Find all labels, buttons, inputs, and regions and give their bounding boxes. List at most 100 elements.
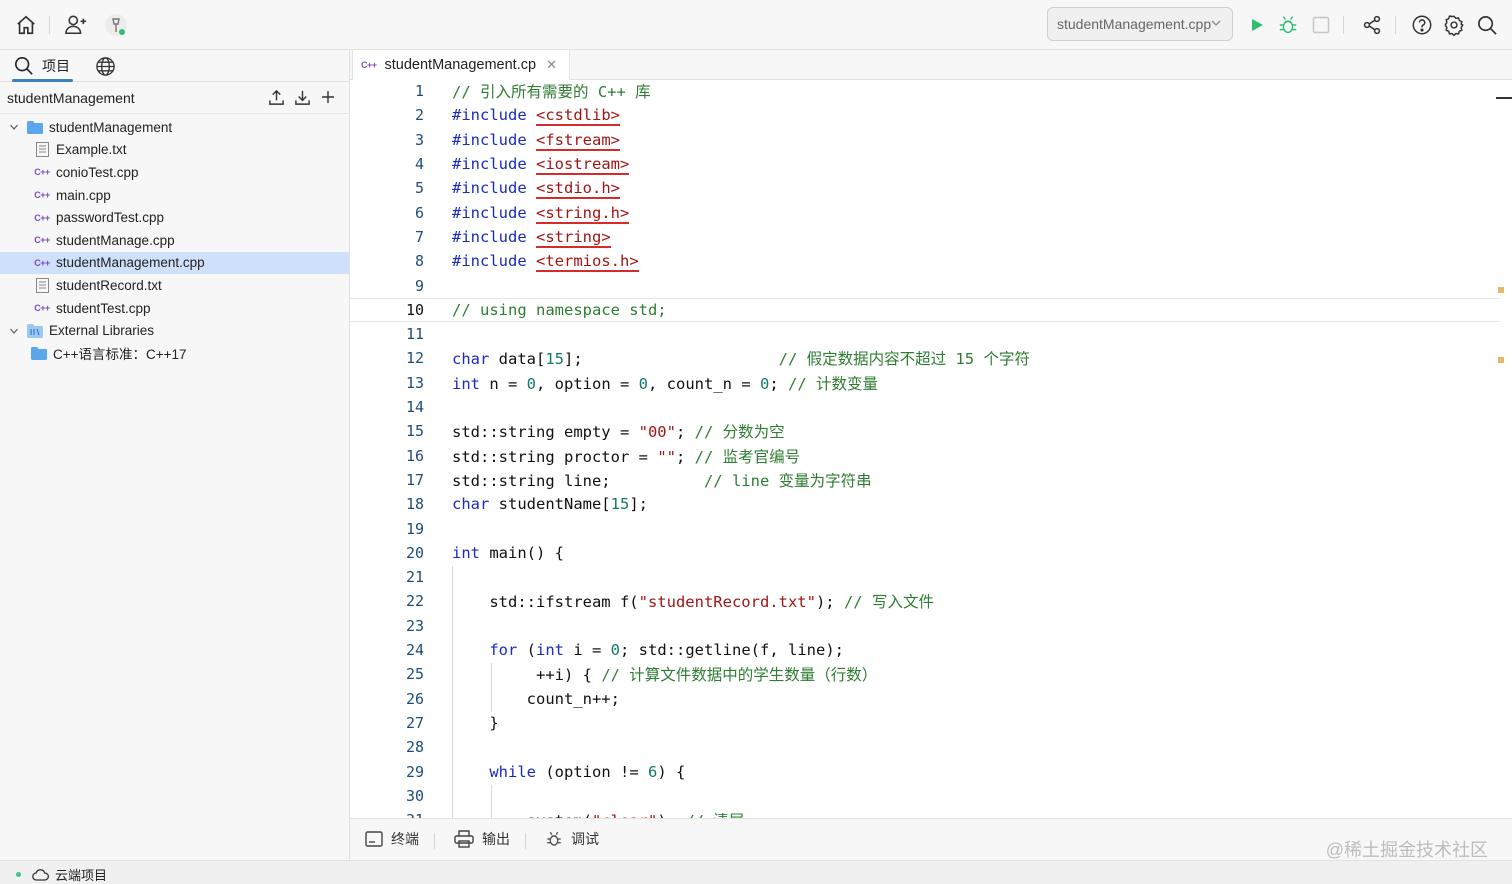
code-text: // using namespace std; xyxy=(452,300,667,319)
top-toolbar: studentManagement.cpp xyxy=(0,0,1512,50)
help-icon[interactable] xyxy=(1407,10,1437,40)
code-line[interactable]: 30 xyxy=(350,784,1500,808)
ai-assistant-icon[interactable] xyxy=(101,10,131,40)
folder-icon xyxy=(31,346,47,360)
line-number: 21 xyxy=(405,568,424,587)
tab-project[interactable]: 项目 xyxy=(12,50,73,82)
debug-icon[interactable] xyxy=(1273,10,1303,40)
line-number: 20 xyxy=(405,543,424,562)
project-header: studentManagement xyxy=(0,82,349,114)
code-line[interactable]: 16 std::string proctor = ""; // 监考官编号 xyxy=(350,444,1500,468)
code-line[interactable]: 29 while (option != 6) { xyxy=(350,759,1500,783)
code-line[interactable]: 7 #include <string> xyxy=(350,225,1500,249)
code-line[interactable]: 8 #include <termios.h> xyxy=(350,249,1500,273)
code-line[interactable]: 15 std::string empty = "00"; // 分数为空 xyxy=(350,419,1500,443)
project-sidebar: 项目 studentManagement studentManagement E… xyxy=(0,50,350,860)
tree-file-studentmanage-cpp[interactable]: C++ studentManage.cpp xyxy=(0,229,349,252)
cpp-file-icon: C++ xyxy=(34,167,50,178)
code-line[interactable]: 23 xyxy=(350,614,1500,638)
code-text: char studentName[15]; xyxy=(452,495,648,514)
share-icon[interactable] xyxy=(1357,10,1387,40)
output-button[interactable]: 输出 xyxy=(454,829,510,849)
tree-folder-external-libraries[interactable]: External Libraries xyxy=(0,319,349,342)
code-line[interactable]: 31 system("clear"); // 清屏 xyxy=(350,808,1500,818)
tree-file-studenttest-cpp[interactable]: C++ studentTest.cpp xyxy=(0,297,349,320)
code-editor[interactable]: 1 // 引入所有需要的 C++ 库 2 #include <cstdlib> 3 #in… xyxy=(350,80,1512,818)
code-line[interactable]: 19 xyxy=(350,516,1500,540)
code-line[interactable]: 14 xyxy=(350,395,1500,419)
code-line[interactable]: 11 xyxy=(350,322,1500,346)
code-line[interactable]: 2 #include <cstdlib> xyxy=(350,103,1500,127)
tree-file-passwordtest-cpp[interactable]: C++ passwordTest.cpp xyxy=(0,206,349,229)
stop-icon[interactable] xyxy=(1306,10,1336,40)
cpp-file-icon: C++ xyxy=(34,212,50,223)
panel-divider xyxy=(525,833,526,849)
code-line[interactable]: 26 count_n++; xyxy=(350,687,1500,711)
tree-file-studentrecord-txt[interactable]: studentRecord.txt xyxy=(0,274,349,297)
tree-file-coniotest-cpp[interactable]: C++ conioTest.cpp xyxy=(0,161,349,184)
add-user-icon[interactable] xyxy=(61,10,91,40)
code-line[interactable]: 27 } xyxy=(350,711,1500,735)
cpp-file-icon: C++ xyxy=(34,257,50,268)
tree-file-studentmanagement-cpp[interactable]: C++ studentManagement.cpp xyxy=(0,251,349,275)
chevron-down-icon[interactable] xyxy=(7,326,21,336)
code-line[interactable]: 6 #include <string.h> xyxy=(350,201,1500,225)
tab-web[interactable] xyxy=(95,50,116,82)
tree-folder-studentmanagement[interactable]: studentManagement xyxy=(0,116,349,139)
tree-folder-cpp-standard[interactable]: C++语言标准：C++17 xyxy=(0,342,349,365)
add-file-icon[interactable] xyxy=(319,88,337,106)
line-number: 2 xyxy=(414,106,424,125)
indent-guide xyxy=(491,663,492,712)
code-text: for (int i = 0; std::getline(f, line); xyxy=(489,641,844,660)
tab-studentmanagement-cpp[interactable]: C++ studentManagement.cp ✕ xyxy=(352,50,570,80)
tree-file-example-txt[interactable]: Example.txt xyxy=(0,139,349,162)
code-line[interactable]: 5 #include <stdio.h> xyxy=(350,176,1500,200)
printer-icon xyxy=(454,830,474,848)
settings-gear-icon[interactable] xyxy=(1439,10,1469,40)
code-text: #include <string> xyxy=(452,227,611,248)
chevron-down-icon[interactable] xyxy=(7,122,21,132)
download-icon[interactable] xyxy=(293,88,311,106)
code-line[interactable]: 28 xyxy=(350,735,1500,759)
code-line[interactable]: 18 char studentName[15]; xyxy=(350,492,1500,516)
line-number: 4 xyxy=(414,155,424,174)
folder-icon xyxy=(27,120,43,134)
code-line[interactable]: 9 xyxy=(350,273,1500,297)
debug-panel-button[interactable]: 调试 xyxy=(545,829,599,849)
code-line[interactable]: 25 ++i) { // 计算文件数据中的学生数量（行数） xyxy=(350,662,1500,686)
project-actions xyxy=(267,88,337,106)
cpp-file-icon: C++ xyxy=(34,235,50,246)
home-icon[interactable] xyxy=(11,10,41,40)
code-line[interactable]: 4 #include <iostream> xyxy=(350,152,1500,176)
search-icon[interactable] xyxy=(1472,10,1502,40)
tree-file-main-cpp[interactable]: C++ main.cpp xyxy=(0,184,349,207)
status-bar: 云端项目 xyxy=(0,860,1512,884)
code-line[interactable]: 17 std::string line; // line 变量为字符串 xyxy=(350,468,1500,492)
cpp-file-icon: C++ xyxy=(361,60,377,70)
terminal-button[interactable]: 终端 xyxy=(365,829,419,849)
code-line[interactable]: 1 // 引入所有需要的 C++ 库 xyxy=(350,80,1500,103)
code-text: #include <stdio.h> xyxy=(452,179,620,200)
code-text: int n = 0, option = 0, count_n = 0; // 计… xyxy=(452,374,879,393)
code-line[interactable]: 3 #include <fstream> xyxy=(350,128,1500,152)
code-text: #include <fstream> xyxy=(452,130,620,151)
line-number: 25 xyxy=(405,665,424,684)
text-file-icon xyxy=(34,142,50,158)
run-target-select[interactable]: studentManagement.cpp xyxy=(1047,7,1233,41)
cloud-project-button[interactable]: 云端项目 xyxy=(16,865,107,884)
code-line[interactable]: 20 int main() { xyxy=(350,541,1500,565)
tree-item-label: studentManagement.cpp xyxy=(56,255,205,271)
code-line[interactable]: 13 int n = 0, option = 0, count_n = 0; //… xyxy=(350,371,1500,395)
library-icon xyxy=(27,323,43,338)
code-line[interactable]: 10 // using namespace std; xyxy=(350,297,1500,322)
editor-tab-label: studentManagement.cp xyxy=(384,57,537,73)
code-text: #include <string.h> xyxy=(452,203,630,224)
code-line[interactable]: 12 char data[15]; // 假定数据内容不超过 15 个字符 xyxy=(350,346,1500,370)
code-line[interactable]: 21 xyxy=(350,565,1500,589)
code-text: } xyxy=(452,713,499,732)
code-line[interactable]: 22 std::ifstream f("studentRecord.txt");… xyxy=(350,589,1500,613)
upload-icon[interactable] xyxy=(267,88,285,106)
code-line[interactable]: 24 for (int i = 0; std::getline(f, line)… xyxy=(350,638,1500,662)
close-icon[interactable]: ✕ xyxy=(546,57,557,73)
run-icon[interactable] xyxy=(1242,10,1272,40)
